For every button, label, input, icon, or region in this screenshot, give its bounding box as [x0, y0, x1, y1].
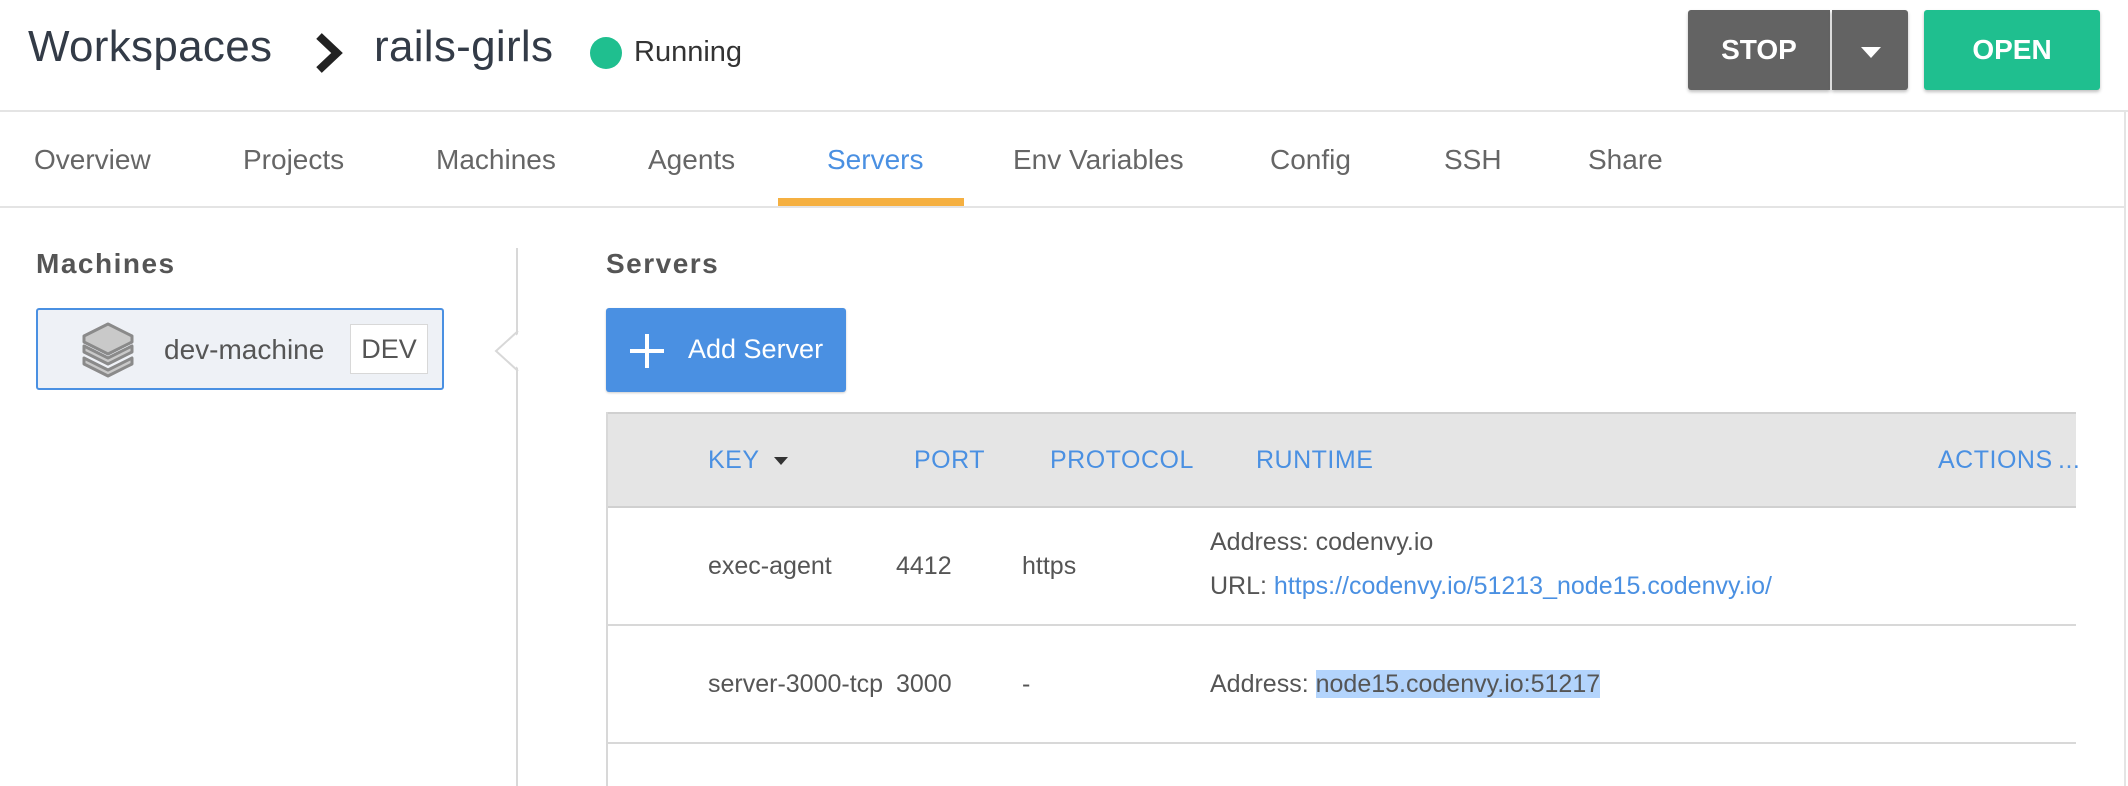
selection-pointer-icon — [494, 331, 522, 371]
server-key: exec-agent — [708, 552, 832, 580]
tab-overview[interactable]: Overview — [34, 144, 151, 176]
add-server-button[interactable]: Add Server — [606, 308, 846, 392]
server-url-link[interactable]: https://codenvy.io/51213_node15.codenvy.… — [1274, 572, 1772, 600]
column-key-label: KEY — [708, 446, 760, 474]
server-address: Address: codenvy.io — [1210, 528, 1433, 557]
tab-config[interactable]: Config — [1270, 144, 1351, 176]
machine-item-dev-machine[interactable]: dev-machine DEV — [36, 308, 444, 390]
address-label: Address: — [1210, 528, 1309, 556]
column-header-actions[interactable]: ACTIONS — [1938, 446, 2053, 475]
column-header-protocol[interactable]: PROTOCOL — [1050, 446, 1194, 475]
open-button[interactable]: OPEN — [1924, 10, 2100, 90]
column-header-key[interactable]: KEY — [708, 446, 788, 475]
column-header-more: ... — [2058, 446, 2081, 474]
tab-share[interactable]: Share — [1588, 144, 1663, 176]
stop-button[interactable]: STOP — [1688, 10, 1830, 90]
server-protocol: - — [1022, 670, 1031, 698]
sort-descending-icon — [773, 457, 788, 466]
tab-servers[interactable]: Servers — [827, 144, 923, 176]
servers-table: KEY PORT PROTOCOL RUNTIME ACTIONS ... ex… — [606, 412, 2080, 786]
machines-heading: Machines — [36, 248, 176, 279]
chevron-right-icon — [316, 33, 343, 73]
tab-agents[interactable]: Agents — [648, 144, 735, 176]
tab-machines[interactable]: Machines — [436, 144, 556, 176]
tab-ssh[interactable]: SSH — [1444, 144, 1502, 176]
tab-env-variables[interactable]: Env Variables — [1013, 144, 1184, 176]
workspace-header: Workspaces rails-girls Running STOP OPEN — [0, 0, 2128, 112]
address-label: Address: — [1210, 670, 1309, 698]
workspace-name: rails-girls — [374, 22, 554, 71]
address-value-selected[interactable]: node15.codenvy.io:51217 — [1315, 670, 1601, 698]
column-header-port[interactable]: PORT — [914, 446, 985, 475]
server-url: URL: https://codenvy.io/51213_node15.cod… — [1210, 572, 1772, 601]
address-value: codenvy.io — [1315, 528, 1434, 556]
url-label: URL: — [1210, 572, 1267, 600]
table-row: server-3000-tcp 3000 - Address: node15.c… — [608, 626, 2076, 744]
server-port: 3000 — [896, 670, 952, 698]
add-server-label: Add Server — [688, 334, 824, 364]
tab-projects[interactable]: Projects — [243, 144, 344, 176]
machine-dev-badge: DEV — [350, 324, 428, 374]
caret-down-icon — [1861, 47, 1881, 58]
column-header-runtime[interactable]: RUNTIME — [1256, 446, 1373, 475]
servers-heading: Servers — [606, 248, 720, 279]
server-key: server-3000-tcp — [708, 670, 884, 698]
table-row — [608, 744, 2076, 786]
server-protocol: https — [1022, 552, 1077, 580]
server-address: Address: node15.codenvy.io:51217 — [1210, 670, 1601, 699]
plus-icon — [630, 334, 664, 368]
table-row: exec-agent 4412 https Address: codenvy.i… — [608, 508, 2076, 626]
breadcrumb-workspaces-link[interactable]: Workspaces — [28, 22, 272, 72]
stop-options-dropdown[interactable] — [1832, 10, 1908, 90]
layers-icon — [82, 322, 134, 378]
table-header: KEY PORT PROTOCOL RUNTIME ACTIONS ... — [608, 412, 2080, 508]
workspace-status: Running — [634, 36, 743, 68]
active-tab-indicator — [778, 198, 964, 206]
running-status-icon — [590, 37, 622, 69]
machine-name: dev-machine — [164, 334, 325, 365]
server-port: 4412 — [896, 552, 952, 580]
scrollbar-track — [2124, 112, 2126, 786]
workspace-tabs: Overview Projects Machines Agents Server… — [0, 112, 2124, 208]
pane-divider — [516, 248, 518, 786]
